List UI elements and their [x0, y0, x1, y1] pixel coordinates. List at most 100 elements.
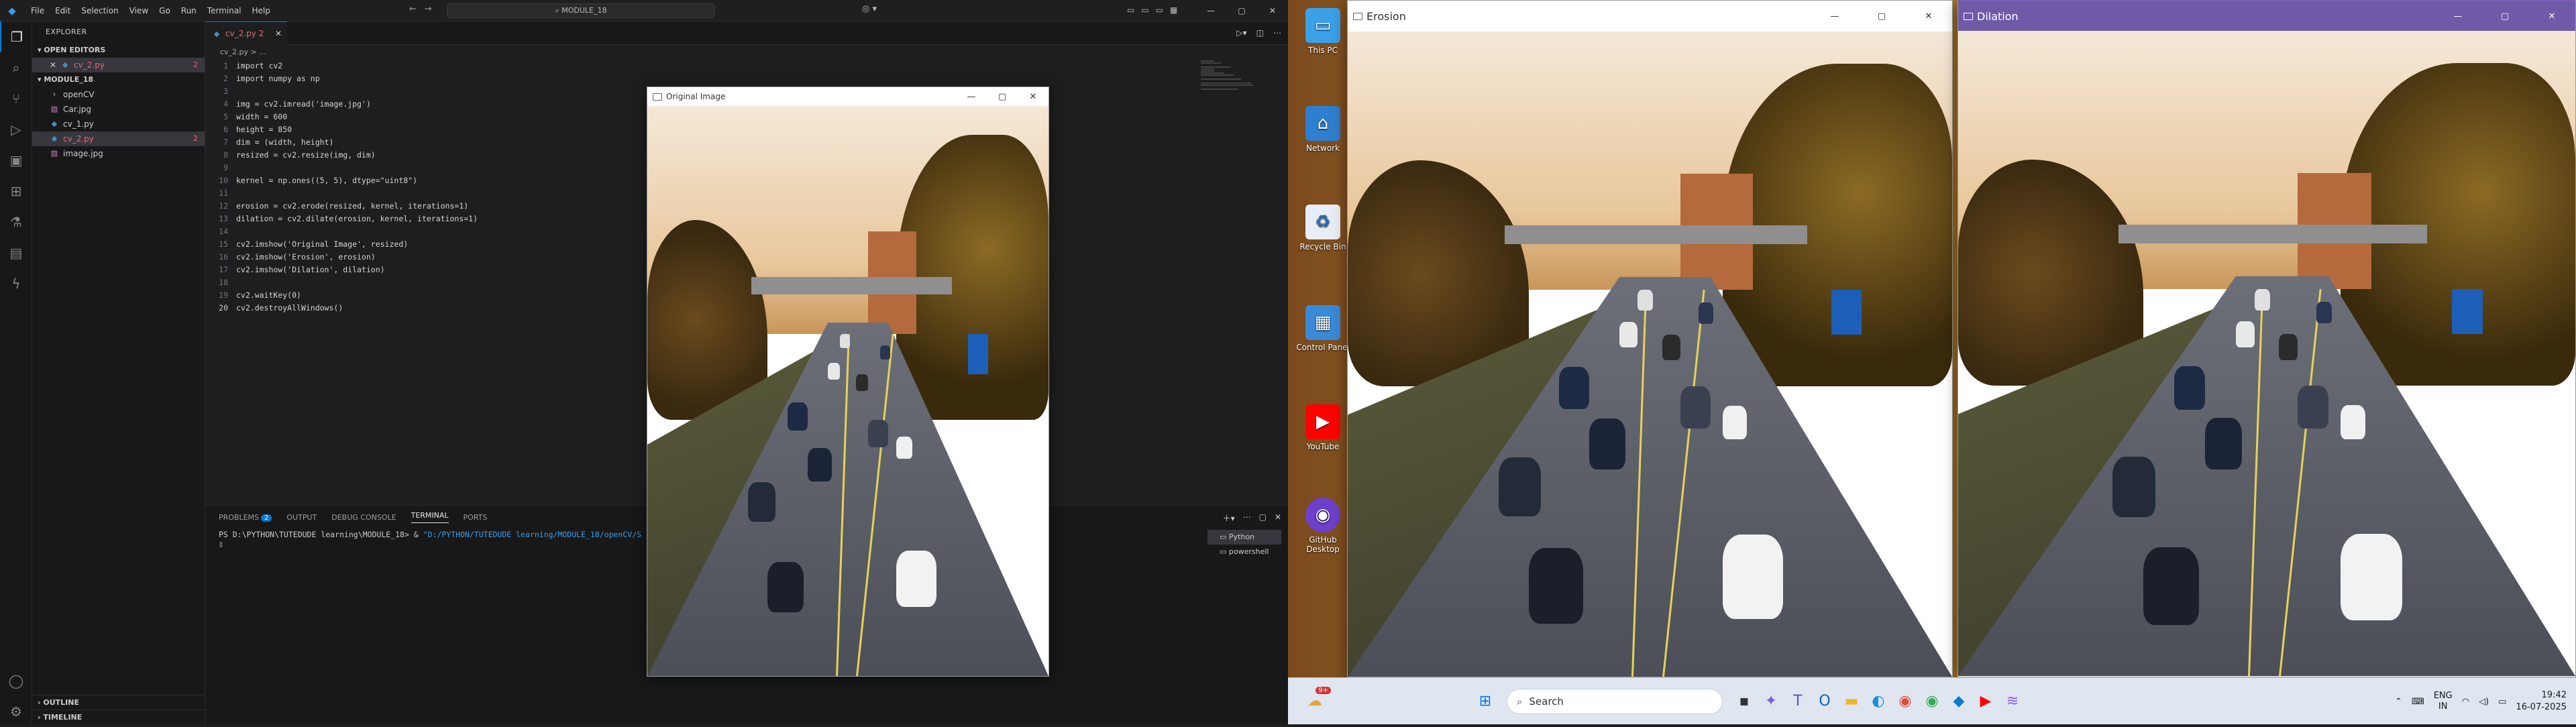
tab-output[interactable]: OUTPUT: [286, 513, 317, 522]
volume-icon[interactable]: ◁): [2479, 697, 2489, 707]
maximize-icon[interactable]: ▢: [1226, 0, 1257, 21]
maximize-icon[interactable]: ▢: [1858, 11, 1905, 21]
code-line[interactable]: 2 import numpy as np: [205, 72, 1198, 85]
minimap[interactable]: [1201, 60, 1261, 100]
minimize-icon[interactable]: —: [1811, 11, 1858, 21]
desktop-icon-this-pc[interactable]: ▭ This PC: [1295, 8, 1351, 55]
menu-help[interactable]: Help: [247, 0, 276, 21]
file-item[interactable]: ▨ image.jpg: [32, 146, 205, 161]
minimize-icon[interactable]: —: [956, 92, 987, 102]
terminal-item-powershell[interactable]: ▭ powershell: [1208, 545, 1281, 559]
open-editor-item[interactable]: ✕ ◆ cv_2.py 2: [32, 58, 205, 72]
menu-go[interactable]: Go: [154, 0, 176, 21]
dilation-window[interactable]: Dilation — ▢ ✕: [1957, 0, 2576, 677]
run-debug-icon[interactable]: ▷: [0, 114, 32, 145]
close-editor-icon[interactable]: ✕: [50, 58, 56, 72]
vscode-taskbar-icon[interactable]: ◆: [1945, 688, 1972, 715]
panel-more-icon[interactable]: ⋯: [1243, 512, 1251, 524]
close-icon[interactable]: ✕: [1018, 92, 1049, 102]
explorer-icon[interactable]: ❐: [0, 21, 32, 52]
maximize-icon[interactable]: ▢: [987, 92, 1018, 102]
terminal-item-python[interactable]: ▭ Python: [1208, 530, 1281, 545]
chrome-icon[interactable]: ◉: [1892, 688, 1919, 715]
youtube-taskbar-icon[interactable]: ▶: [1972, 688, 1999, 715]
clock[interactable]: 19:42 16-07-2025: [2516, 689, 2567, 714]
menu-run[interactable]: Run: [176, 0, 202, 21]
weather-widget[interactable]: ☁ 9+: [1301, 686, 1331, 715]
erosion-titlebar[interactable]: Erosion — ▢ ✕: [1348, 1, 1952, 32]
copilot-icon[interactable]: ◎ ▾: [862, 4, 877, 14]
close-panel-icon[interactable]: ✕: [1275, 512, 1281, 524]
language-indicator[interactable]: ENG IN: [2434, 691, 2453, 712]
close-icon[interactable]: ✕: [1905, 11, 1952, 21]
file-explorer-icon[interactable]: ▬: [1838, 688, 1865, 715]
outline-section[interactable]: › OUTLINE: [32, 695, 205, 710]
split-editor-icon[interactable]: ◫: [1256, 28, 1264, 38]
terminal-output[interactable]: PS D:\PYTHON\TUTEDUDE learning\MODULE_18…: [219, 530, 641, 549]
close-icon[interactable]: ✕: [1257, 0, 1288, 21]
tab-problems[interactable]: PROBLEMS 2: [219, 513, 272, 522]
more-actions-icon[interactable]: ⋯: [1273, 28, 1281, 38]
minimize-icon[interactable]: —: [2434, 11, 2481, 21]
python-icon[interactable]: ϟ: [0, 268, 32, 299]
toggle-panel-icon[interactable]: ▭: [1141, 5, 1148, 15]
dilation-titlebar[interactable]: Dilation — ▢ ✕: [1958, 1, 2575, 31]
desktop-icon-github-desktop[interactable]: ◉ GitHub Desktop: [1295, 498, 1351, 554]
extensions-icon[interactable]: ⊞: [0, 176, 32, 207]
desktop-icon-youtube[interactable]: ▶ YouTube: [1295, 404, 1351, 451]
timeline-section[interactable]: › TIMELINE: [32, 710, 205, 724]
source-control-icon[interactable]: ⑂: [0, 83, 32, 114]
edge-icon[interactable]: ◐: [1865, 688, 1892, 715]
file-item[interactable]: ▨ Car.jpg: [32, 102, 205, 117]
run-python-icon[interactable]: ▷▾: [1236, 28, 1246, 38]
close-tab-icon[interactable]: ✕: [275, 29, 282, 38]
toggle-secondary-sidebar-icon[interactable]: ▭: [1156, 5, 1163, 15]
search-icon[interactable]: ⌕: [0, 52, 32, 83]
menu-terminal[interactable]: Terminal: [202, 0, 247, 21]
tab-debug-console[interactable]: DEBUG CONSOLE: [331, 513, 396, 522]
folder-section[interactable]: ▾ MODULE_18: [32, 72, 205, 87]
new-terminal-icon[interactable]: ＋▾: [1223, 512, 1235, 524]
desktop-icon-control-panel[interactable]: ▦ Control Panel: [1295, 305, 1351, 352]
tab-terminal[interactable]: TERMINAL: [411, 511, 449, 523]
breadcrumb[interactable]: cv_2.py > ...: [205, 45, 266, 60]
desktop-icon-network[interactable]: ⌂ Network: [1295, 106, 1351, 153]
original-image-titlebar[interactable]: Original Image — ▢ ✕: [647, 87, 1049, 106]
erosion-window[interactable]: Erosion — ▢ ✕: [1347, 0, 1953, 677]
wifi-icon[interactable]: ◠: [2462, 697, 2469, 707]
menu-selection[interactable]: Selection: [76, 0, 123, 21]
chevron-up-icon[interactable]: ⌃: [2395, 697, 2402, 707]
file-item[interactable]: ◆ cv_2.py 2: [32, 131, 205, 146]
close-icon[interactable]: ✕: [2528, 11, 2575, 21]
forward-arrow-icon[interactable]: →: [425, 4, 432, 14]
task-view-icon[interactable]: ▪: [1731, 688, 1758, 715]
maximize-panel-icon[interactable]: ▢: [1259, 512, 1267, 524]
open-editors-section[interactable]: ▾ OPEN EDITORS: [32, 43, 205, 58]
testing-icon[interactable]: ⚗: [0, 207, 32, 237]
chat-icon[interactable]: ▤: [0, 237, 32, 268]
account-icon[interactable]: ◯: [0, 665, 32, 696]
taskbar-search[interactable]: ⌕ Search: [1507, 688, 1723, 714]
file-item[interactable]: ◆ cv_1.py: [32, 117, 205, 131]
command-center-search[interactable]: ⌕ MODULE_18: [447, 3, 715, 18]
tab-cv2[interactable]: ◆ cv_2.py 2 ✕: [205, 21, 287, 45]
back-arrow-icon[interactable]: ←: [409, 4, 417, 14]
python-taskbar-icon[interactable]: ≋: [1999, 688, 2026, 715]
menu-edit[interactable]: Edit: [50, 0, 76, 21]
outlook-icon[interactable]: O: [1811, 688, 1838, 715]
menu-view[interactable]: View: [124, 0, 154, 21]
file-item[interactable]: › openCV: [32, 87, 205, 102]
keyboard-icon[interactable]: ⌨: [2412, 697, 2424, 707]
start-button[interactable]: ⊞: [1472, 688, 1499, 715]
customize-layout-icon[interactable]: ▦: [1170, 5, 1177, 15]
code-line[interactable]: 1 import cv2: [205, 60, 1198, 72]
minimize-icon[interactable]: —: [1195, 0, 1226, 21]
remote-explorer-icon[interactable]: ▣: [0, 145, 32, 176]
toggle-sidebar-icon[interactable]: ▭: [1127, 5, 1134, 15]
teams-icon[interactable]: T: [1784, 688, 1811, 715]
menu-file[interactable]: File: [25, 0, 50, 21]
desktop-icon-recycle-bin[interactable]: ♻ Recycle Bin: [1295, 205, 1351, 251]
original-image-window[interactable]: Original Image — ▢ ✕: [647, 87, 1049, 677]
tab-ports[interactable]: PORTS: [464, 513, 488, 522]
battery-icon[interactable]: ▭: [2498, 697, 2506, 707]
